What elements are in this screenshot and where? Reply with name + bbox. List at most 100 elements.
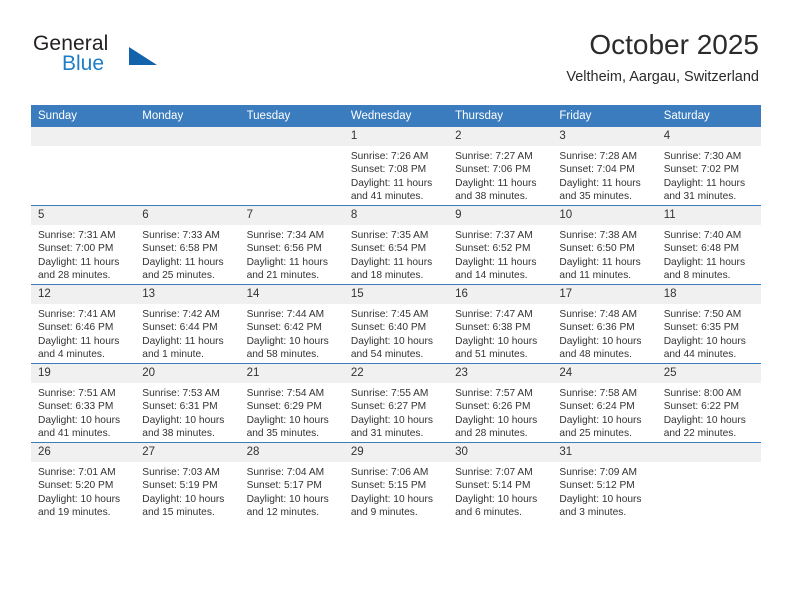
sunset-time: Sunset: 6:58 PM [142,243,218,255]
daylight-duration-line1: Daylight: 11 hours [246,256,328,268]
sunset-time: Sunset: 6:35 PM [663,322,740,334]
day-number [656,443,761,462]
daylight-duration-line2: and 41 minutes. [350,190,424,202]
sunset-time: Sunset: 5:20 PM [38,480,114,492]
day-sun-info: Sunrise: 7:41 AM Sunset: 6:46 PM Daylight:… [31,304,135,361]
sunset-time: Sunset: 6:29 PM [246,401,322,413]
calendar-day-cell[interactable]: 14 Sunrise: 7:44 AM Sunset: 6:42 PM Dayligh… [239,284,344,364]
calendar-day-cell[interactable]: 5 Sunrise: 7:31 AM Sunset: 7:00 PM Daylight… [31,205,136,285]
sunrise-time: Sunrise: 7:41 AM [38,309,116,320]
daylight-duration-line2: and 58 minutes. [246,348,320,360]
day-number: 2 [448,127,553,146]
weekday-header-saturday: Saturday [656,105,761,127]
calendar-day-cell[interactable]: 16 Sunrise: 7:47 AM Sunset: 6:38 PM Dayligh… [448,284,553,364]
daylight-duration-line2: and 4 minutes. [38,348,105,360]
daylight-duration-line2: and 25 minutes. [559,427,632,439]
daylight-duration-line2: and 51 minutes. [455,348,528,360]
daylight-duration-line2: and 22 minutes. [663,427,737,439]
calendar-day-cell[interactable]: 19 Sunrise: 7:51 AM Sunset: 6:33 PM Dayligh… [31,363,136,443]
calendar-day-cell[interactable]: 2 Sunrise: 7:27 AM Sunset: 7:06 PM Daylight… [448,127,553,206]
sunset-time: Sunset: 6:31 PM [142,401,218,413]
calendar-day-cell[interactable]: 4 Sunrise: 7:30 AM Sunset: 7:02 PM Daylight… [656,127,761,206]
daylight-duration-line1: Daylight: 11 hours [663,256,746,268]
calendar-day-cell[interactable]: 26 Sunrise: 7:01 AM Sunset: 5:20 PM Dayligh… [31,442,136,521]
calendar-day-cell[interactable]: 20 Sunrise: 7:53 AM Sunset: 6:31 PM Dayligh… [135,363,240,443]
daylight-duration-line1: Daylight: 10 hours [350,414,433,426]
calendar-day-cell[interactable]: 27 Sunrise: 7:03 AM Sunset: 5:19 PM Dayligh… [135,442,240,521]
calendar-day-cell[interactable]: 7 Sunrise: 7:34 AM Sunset: 6:56 PM Daylight… [239,205,344,285]
calendar-day-cell[interactable]: 30 Sunrise: 7:07 AM Sunset: 5:14 PM Dayligh… [448,442,553,521]
sunset-time: Sunset: 5:14 PM [455,480,531,492]
calendar-day-cell[interactable]: 15 Sunrise: 7:45 AM Sunset: 6:40 PM Dayligh… [343,284,449,364]
day-number: 8 [343,206,449,225]
daylight-duration-line1: Daylight: 10 hours [38,414,121,426]
calendar-day-cell[interactable]: 28 Sunrise: 7:04 AM Sunset: 5:17 PM Dayligh… [239,442,344,521]
daylight-duration-line1: Daylight: 11 hours [559,256,641,268]
day-number: 6 [135,206,240,225]
sunrise-time: Sunrise: 7:28 AM [559,151,637,162]
day-sun-info: Sunrise: 8:00 AM Sunset: 6:22 PM Daylight:… [657,383,761,440]
day-number: 14 [239,285,344,304]
day-number [135,127,240,146]
calendar-day-cell[interactable]: 24 Sunrise: 7:58 AM Sunset: 6:24 PM Dayligh… [552,363,657,443]
calendar-day-cell[interactable]: 22 Sunrise: 7:55 AM Sunset: 6:27 PM Dayligh… [343,363,449,443]
daylight-duration-line1: Daylight: 11 hours [38,335,120,347]
daylight-duration-line2: and 28 minutes. [455,427,528,439]
calendar-day-cell[interactable]: 11 Sunrise: 7:40 AM Sunset: 6:48 PM Dayligh… [656,205,761,285]
day-number: 30 [448,443,553,462]
daylight-duration-line1: Daylight: 11 hours [350,177,433,189]
day-sun-info: Sunrise: 7:51 AM Sunset: 6:33 PM Daylight:… [31,383,135,440]
calendar-day-cell[interactable]: 10 Sunrise: 7:38 AM Sunset: 6:50 PM Dayligh… [552,205,657,285]
sunrise-time: Sunrise: 7:04 AM [246,467,325,478]
day-number: 9 [448,206,553,225]
calendar-day-cell[interactable]: 17 Sunrise: 7:48 AM Sunset: 6:36 PM Dayligh… [552,284,657,364]
day-sun-info: Sunrise: 7:47 AM Sunset: 6:38 PM Daylight:… [448,304,552,361]
sunset-time: Sunset: 6:44 PM [142,322,218,334]
sunrise-time: Sunrise: 7:42 AM [142,309,220,320]
calendar-day-cell[interactable]: 1 Sunrise: 7:26 AM Sunset: 7:08 PM Daylight… [343,127,449,206]
sunset-time: Sunset: 6:36 PM [559,322,635,334]
calendar-day-cell[interactable]: 6 Sunrise: 7:33 AM Sunset: 6:58 PM Daylight… [135,205,240,285]
sunset-time: Sunset: 6:40 PM [350,322,427,334]
day-sun-info: Sunrise: 7:58 AM Sunset: 6:24 PM Daylight:… [552,383,656,440]
sunset-time: Sunset: 7:06 PM [455,164,531,176]
brand-logo[interactable]: General Blue [33,32,313,90]
page-header: General Blue October 2025 Veltheim, Aarg… [33,29,759,94]
calendar-day-cell-empty [656,442,761,521]
calendar-day-cell[interactable]: 25 Sunrise: 8:00 AM Sunset: 6:22 PM Dayligh… [656,363,761,443]
sunrise-time: Sunrise: 7:54 AM [246,388,325,399]
daylight-duration-line1: Daylight: 10 hours [455,493,538,505]
calendar-day-cell[interactable]: 12 Sunrise: 7:41 AM Sunset: 6:46 PM Dayligh… [31,284,136,364]
daylight-duration-line1: Daylight: 11 hours [663,177,746,189]
calendar-page: General Blue October 2025 Veltheim, Aarg… [0,0,792,612]
calendar-day-cell[interactable]: 31 Sunrise: 7:09 AM Sunset: 5:12 PM Dayligh… [552,442,657,521]
day-number: 19 [31,364,136,383]
sunset-time: Sunset: 6:56 PM [246,243,322,255]
calendar-day-cell[interactable]: 18 Sunrise: 7:50 AM Sunset: 6:35 PM Dayligh… [656,284,761,364]
calendar-day-cell[interactable]: 9 Sunrise: 7:37 AM Sunset: 6:52 PM Daylight… [448,205,553,285]
calendar-day-cell[interactable]: 8 Sunrise: 7:35 AM Sunset: 6:54 PM Daylight… [343,205,449,285]
sunset-time: Sunset: 6:52 PM [455,243,531,255]
daylight-duration-line1: Daylight: 11 hours [142,256,224,268]
sunrise-time: Sunrise: 7:26 AM [350,151,429,162]
calendar-day-cell-empty [31,127,136,206]
calendar-day-cell[interactable]: 29 Sunrise: 7:06 AM Sunset: 5:15 PM Dayligh… [343,442,449,521]
sunset-time: Sunset: 6:50 PM [559,243,635,255]
calendar-day-cell[interactable]: 3 Sunrise: 7:28 AM Sunset: 7:04 PM Daylight… [552,127,657,206]
sunset-time: Sunset: 5:19 PM [142,480,218,492]
daylight-duration-line1: Daylight: 11 hours [142,335,224,347]
day-number: 1 [343,127,449,146]
page-title: October 2025 [589,29,759,60]
calendar-day-cell[interactable]: 21 Sunrise: 7:54 AM Sunset: 6:29 PM Dayligh… [239,363,344,443]
daylight-duration-line1: Daylight: 11 hours [455,256,537,268]
weekday-header-tuesday: Tuesday [239,105,344,127]
daylight-duration-line1: Daylight: 11 hours [38,256,120,268]
calendar-day-cell[interactable]: 23 Sunrise: 7:57 AM Sunset: 6:26 PM Dayligh… [448,363,553,443]
calendar-day-cell[interactable]: 13 Sunrise: 7:42 AM Sunset: 6:44 PM Dayligh… [135,284,240,364]
daylight-duration-line2: and 19 minutes. [38,506,111,518]
sunrise-time: Sunrise: 7:35 AM [350,230,429,241]
sunrise-time: Sunrise: 7:09 AM [559,467,637,478]
sunrise-time: Sunrise: 7:34 AM [246,230,325,241]
daylight-duration-line1: Daylight: 10 hours [38,493,121,505]
calendar-week-row: 12 Sunrise: 7:41 AM Sunset: 6:46 PM Dayligh… [31,284,761,364]
